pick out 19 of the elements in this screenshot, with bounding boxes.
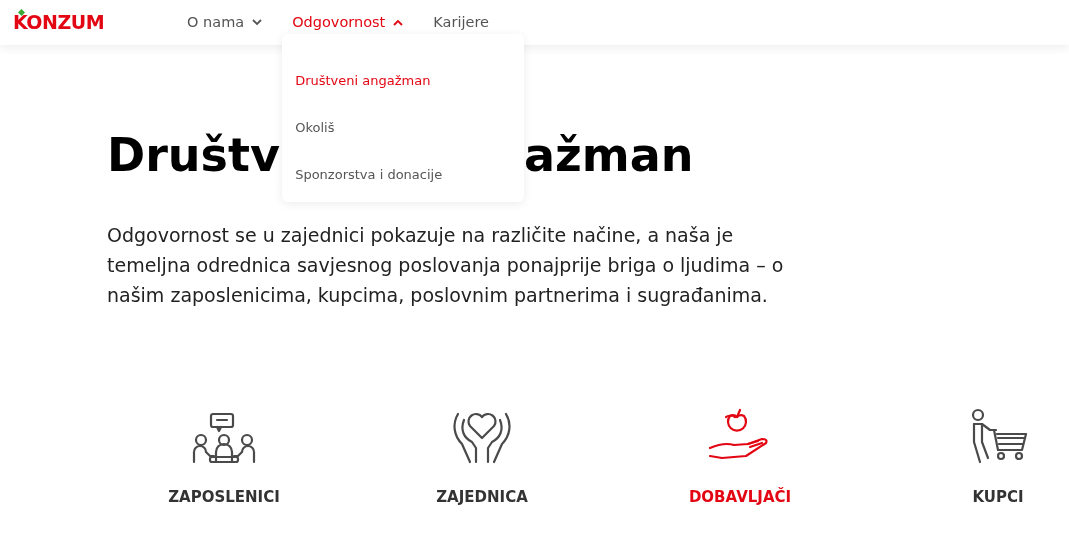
- nav-link[interactable]: Odgovornost: [285, 11, 411, 34]
- nav-link[interactable]: O nama: [180, 11, 270, 34]
- category-link[interactable]: ZAPOSLENICI: [168, 486, 280, 509]
- logo[interactable]: KONZUM: [13, 13, 105, 32]
- leaf-icon: [18, 9, 25, 16]
- chevron-up-icon: [393, 19, 404, 26]
- meeting-people-icon: [190, 412, 258, 464]
- category-link[interactable]: KUPCI: [972, 486, 1024, 509]
- page-heading: Društv: [107, 132, 280, 178]
- category-link[interactable]: ZAJEDNICA: [436, 486, 528, 509]
- dropdown-item[interactable]: Sponzorstva i donacije: [295, 165, 443, 183]
- chevron-down-icon: [252, 19, 263, 26]
- page-heading: ažman: [524, 132, 694, 178]
- nav-link[interactable]: Karijere: [426, 11, 496, 34]
- hands-heart-icon: [450, 410, 514, 464]
- intro-paragraph: Odgovornost se u zajednici pokazuje na različite načine, a naša je temeljna odrednica savjesnog poslovanja ponajprije briga o ljudima – o našim zaposlenicima, kupcima, poslovnim partnerima i sugrađanima.: [107, 223, 785, 308]
- dropdown-item[interactable]: Okoliš: [295, 118, 335, 136]
- category-link[interactable]: DOBAVLJAČI: [688, 486, 792, 509]
- dropdown-item[interactable]: Društveni angažman: [295, 71, 431, 89]
